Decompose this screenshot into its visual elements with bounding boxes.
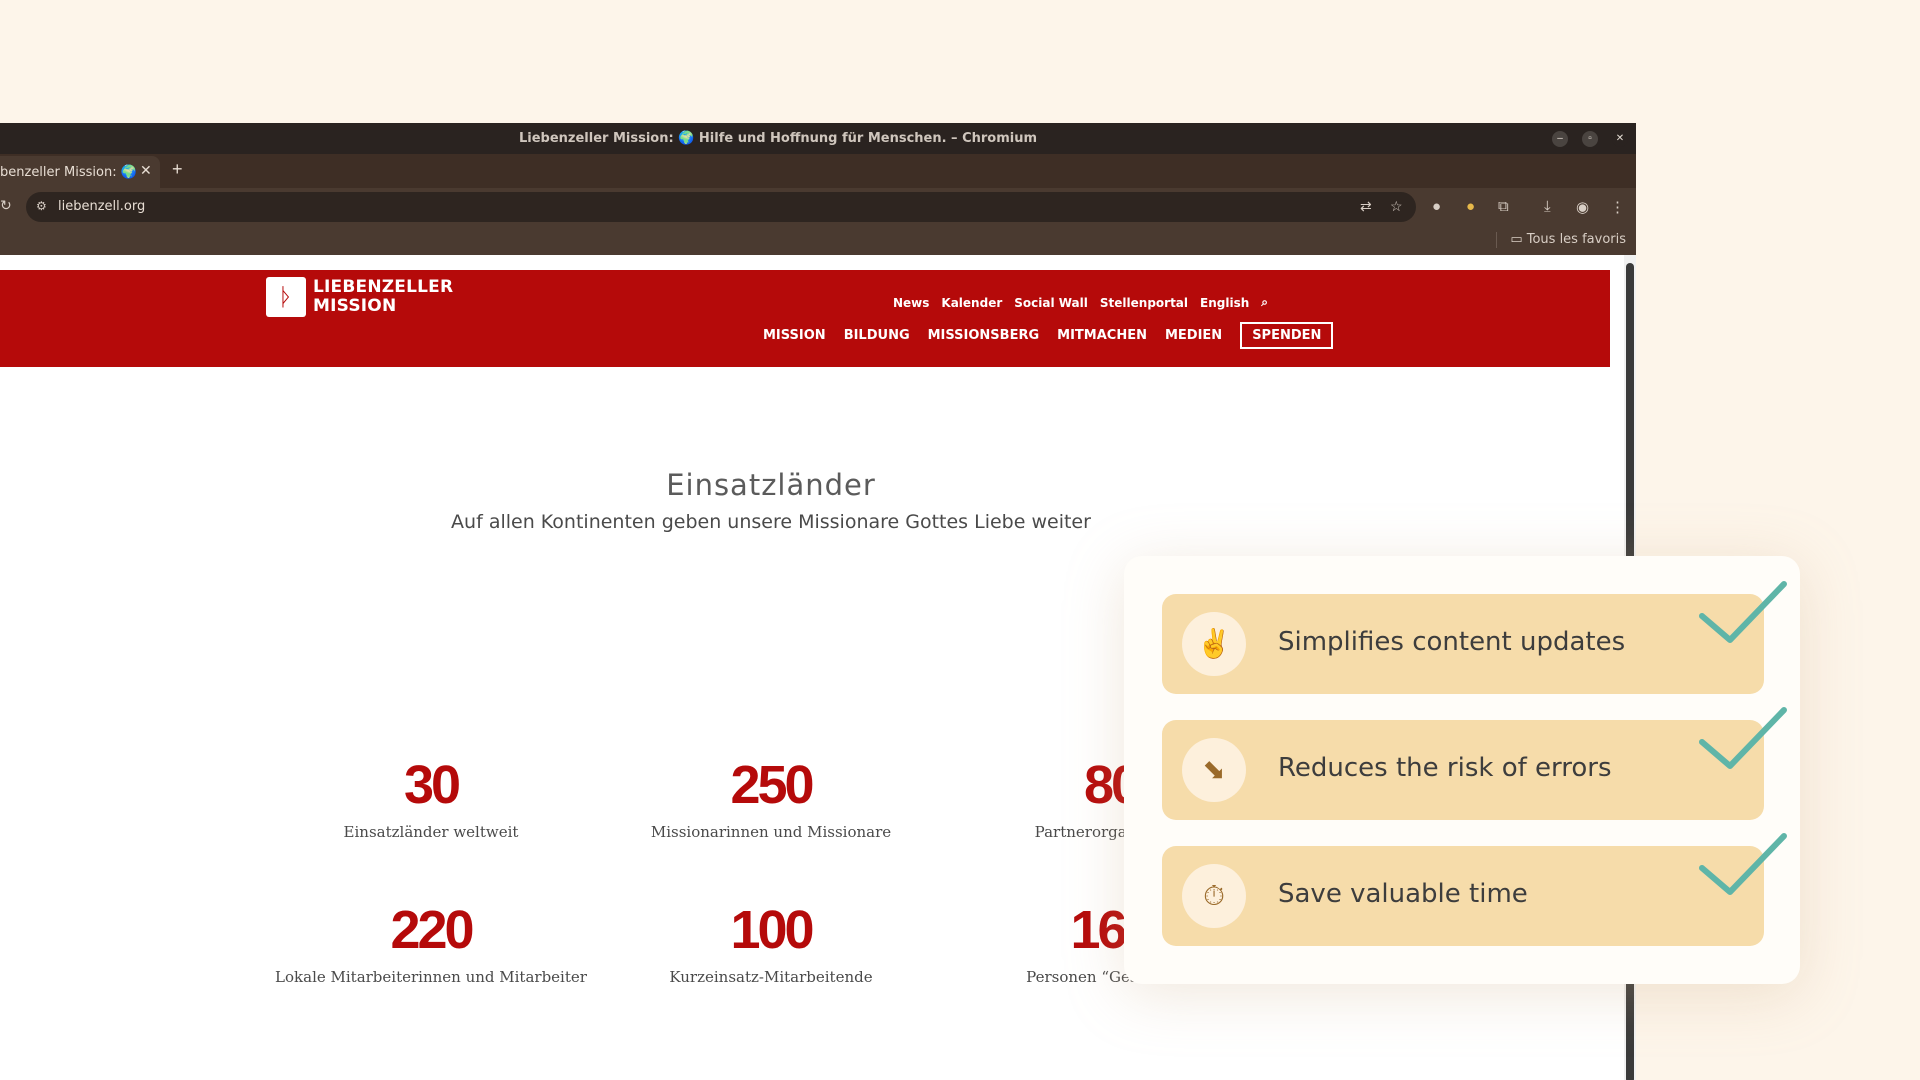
profile-icon[interactable]: ◉ (1576, 198, 1589, 216)
stat-number: 100 (730, 900, 814, 960)
site-info-icon[interactable]: ⚙ (36, 199, 47, 213)
search-icon[interactable]: ⌕ (1261, 295, 1268, 310)
feature-card: ✌ Simplifies content updates ⬊ Reduces t… (1124, 556, 1800, 984)
feature-text: Save valuable time (1278, 879, 1528, 909)
checkmark-icon (1699, 707, 1787, 769)
browser-tab[interactable]: benzeller Mission: 🌍 ✕ (0, 156, 160, 188)
logo-line-1: LIEBENZELLER (313, 277, 454, 297)
extensions-puzzle-icon[interactable]: ⧉ (1498, 198, 1509, 215)
translate-icon[interactable]: ⇄ (1360, 198, 1372, 215)
download-icon[interactable]: ⤓ (1544, 198, 1551, 215)
nav-medien[interactable]: MEDIEN (1165, 328, 1222, 343)
close-tab-icon[interactable]: ✕ (140, 162, 152, 179)
utility-nav: News Kalender Social Wall Stellenportal … (893, 295, 1268, 310)
donate-button[interactable]: SPENDEN (1240, 322, 1334, 349)
checkmark-icon (1699, 833, 1787, 895)
logo-icon[interactable]: ᚦ (266, 277, 306, 317)
logo-line-2: MISSION (313, 296, 397, 316)
nav-missionsberg[interactable]: MISSIONSBERG (928, 328, 1040, 343)
stat-label: Lokale Mitarbeiterinnen und Mitarbeiter (275, 968, 587, 986)
window-title: Liebenzeller Mission: 🌍 Hilfe und Hoffnu… (518, 131, 1038, 146)
feature-text: Simplifies content updates (1278, 627, 1626, 657)
stat-item: 220 Lokale Mitarbeiterinnen und Mitarbei… (261, 900, 601, 986)
stat-number: 220 (390, 900, 474, 960)
stat-label: Einsatzländer weltweit (343, 823, 519, 841)
stat-label: Kurzeinsatz-Mitarbeitende (669, 968, 873, 986)
minimize-icon[interactable]: – (1552, 131, 1568, 147)
close-window-icon[interactable]: ✕ (1612, 131, 1628, 147)
util-link-english[interactable]: English (1200, 296, 1249, 310)
stat-number: 30 (403, 755, 461, 815)
extension-color-icon[interactable]: ● (1466, 198, 1475, 215)
stat-number: 250 (730, 755, 814, 815)
bookmarks-bar: ▭ Tous les favoris (0, 226, 1636, 255)
feature-text: Reduces the risk of errors (1278, 753, 1612, 783)
tab-strip: benzeller Mission: 🌍 ✕ (0, 154, 1636, 188)
stopwatch-icon: ⏱ (1182, 864, 1246, 928)
folder-icon: ▭ (1510, 232, 1527, 247)
site-logo[interactable]: LIEBENZELLER MISSION (313, 278, 453, 316)
stat-item: 100 Kurzeinsatz-Mitarbeitende (601, 900, 941, 986)
reload-icon[interactable]: ↻ (0, 197, 12, 214)
bookmarks-divider (1496, 232, 1497, 248)
feature-item: ✌ Simplifies content updates (1162, 581, 1787, 694)
url-text: liebenzell.org (58, 199, 146, 214)
feature-item: ⏱ Save valuable time (1162, 833, 1787, 946)
util-link-kalender[interactable]: Kalender (941, 296, 1002, 310)
main-nav: MISSION BILDUNG MISSIONSBERG MITMACHEN M… (763, 322, 1334, 349)
all-bookmarks-label: Tous les favoris (1526, 232, 1626, 247)
bookmark-star-icon[interactable]: ☆ (1390, 198, 1403, 215)
util-link-news[interactable]: News (893, 296, 929, 310)
checkmark-icon (1699, 581, 1787, 643)
nav-mission[interactable]: MISSION (763, 328, 826, 343)
address-bar[interactable]: ⚙ liebenzell.org ⇄ ☆ (26, 192, 1416, 222)
new-tab-button[interactable]: + (172, 159, 183, 180)
maximize-icon[interactable]: ▫ (1582, 131, 1598, 147)
browser-toolbar: ↻ ⚙ liebenzell.org ⇄ ☆ ● ● ⧉ ⤓ ◉ ⋮ (0, 188, 1636, 226)
nav-mitmachen[interactable]: MITMACHEN (1057, 328, 1147, 343)
feature-item: ⬊ Reduces the risk of errors (1162, 707, 1787, 820)
section-title: Einsatzländer (666, 468, 876, 502)
menu-kebab-icon[interactable]: ⋮ (1610, 198, 1625, 216)
stat-item: 250 Missionarinnen und Missionare (601, 755, 941, 841)
site-header: ᚦ LIEBENZELLER MISSION News Kalender Soc… (0, 270, 1610, 367)
chart-down-icon: ⬊ (1182, 738, 1246, 802)
title-bar: Liebenzeller Mission: 🌍 Hilfe und Hoffnu… (0, 123, 1636, 154)
nav-bildung[interactable]: BILDUNG (844, 328, 910, 343)
util-link-social-wall[interactable]: Social Wall (1014, 296, 1088, 310)
section-subtitle: Auf allen Kontinenten geben unsere Missi… (451, 511, 1091, 533)
stat-item: 30 Einsatzländer weltweit (261, 755, 601, 841)
tab-title: benzeller Mission: 🌍 (0, 165, 144, 180)
peace-hand-icon: ✌ (1182, 612, 1246, 676)
stat-label: Missionarinnen und Missionare (650, 823, 892, 841)
extension-blocker-icon[interactable]: ● (1432, 198, 1441, 215)
util-link-stellenportal[interactable]: Stellenportal (1100, 296, 1188, 310)
all-bookmarks-folder[interactable]: ▭ Tous les favoris (1510, 232, 1626, 247)
